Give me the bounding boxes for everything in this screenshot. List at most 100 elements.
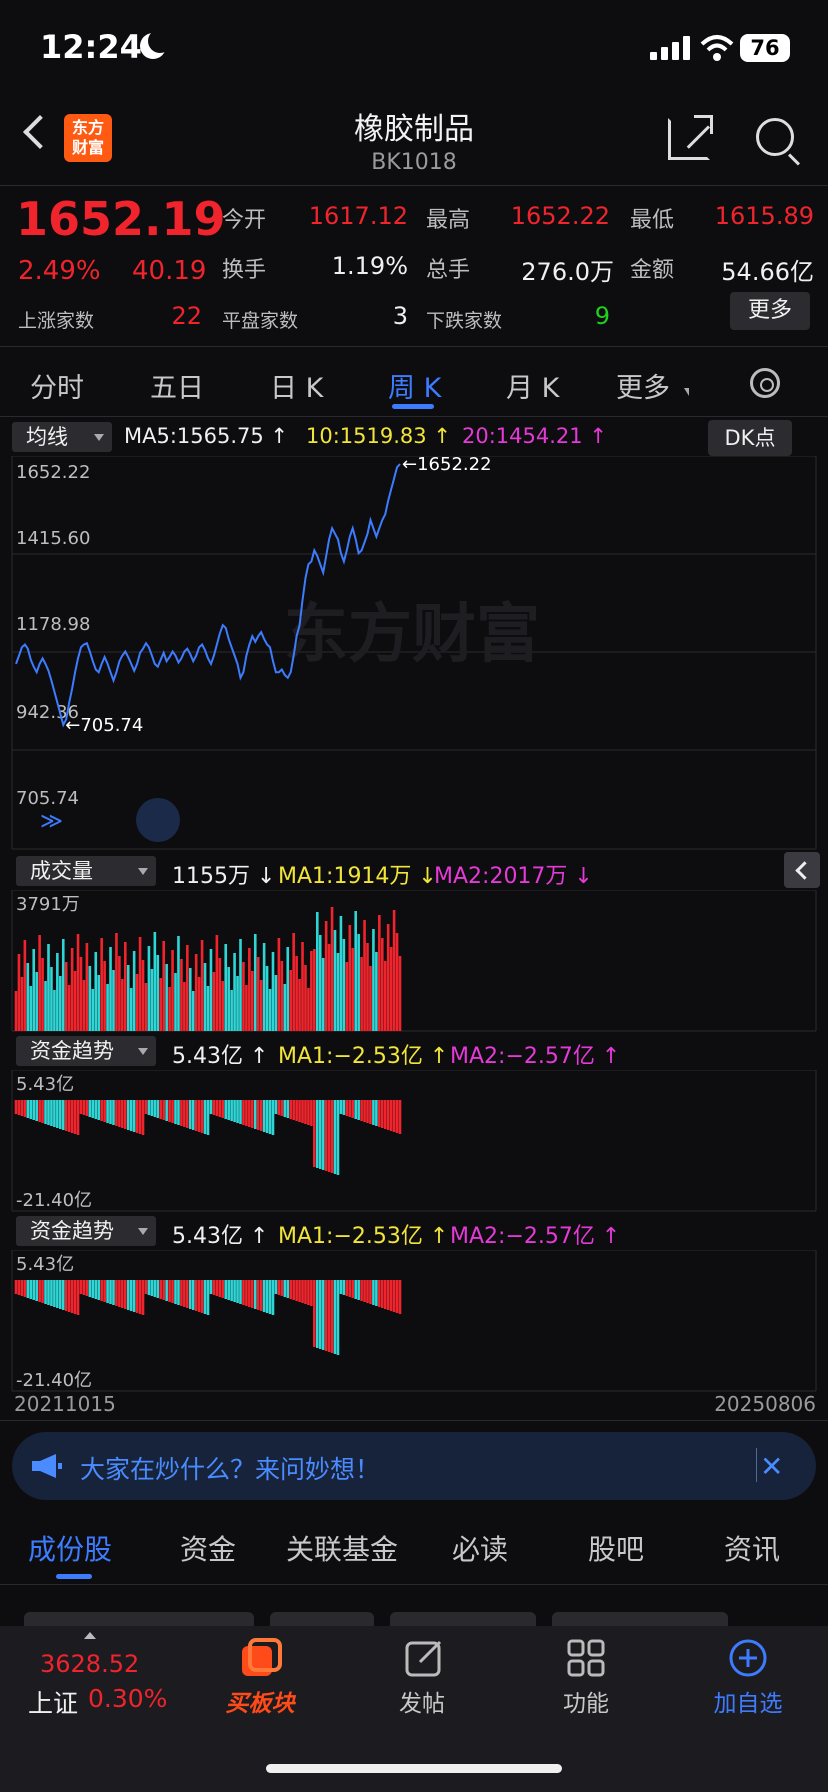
price-line-chart[interactable]: 东方财富 1652.221415.601178.98942.36705.74 ←… [0,456,828,850]
volume-bar [283,984,287,1031]
fund-trend-chart-1[interactable]: 5.43亿 -21.40亿 [0,1070,828,1212]
fund-bar [380,1280,384,1308]
fund-bar [386,1100,390,1130]
dk-point-button[interactable]: DK点 [708,420,792,456]
tab-related-funds[interactable]: 关联基金 [286,1528,398,1568]
volume-bar [47,944,50,1031]
volume-bar [342,939,346,1031]
fund-bar [262,1280,266,1312]
fund-bar [177,1280,180,1305]
fund-bar [242,1100,245,1125]
fund-bar [318,1280,322,1349]
tab-more[interactable]: 更多 [616,366,670,405]
indicator-selector-ma[interactable]: 均线 [12,422,112,452]
low-label: 最低 [630,208,675,233]
fund-bar [17,1100,21,1115]
list-header-placeholder [390,1612,536,1626]
fund-bar [174,1280,177,1304]
volume-bar [59,976,62,1031]
fund-bar [304,1280,307,1304]
volume-bar [29,986,33,1031]
tab-forum[interactable]: 股吧 [588,1528,644,1568]
volume-bar [239,939,242,1031]
fast-forward-icon[interactable]: ≫ [40,809,63,834]
volume-bar [262,943,266,1031]
fund-bar [159,1280,163,1299]
volume-bar [351,948,355,1031]
nav-functions[interactable]: 功能 [526,1684,646,1718]
indicator-selector-fund-2[interactable]: 资金趋势 [16,1216,156,1246]
volume-bar [230,990,233,1031]
share-icon[interactable] [668,115,713,160]
tab-daily-k[interactable]: 日 K [270,366,323,405]
settings-gear-icon[interactable] [750,368,780,398]
more-button[interactable]: 更多 [730,292,810,330]
volume-bar [221,981,225,1031]
fund-bar [132,1280,136,1312]
divider [0,416,828,417]
tab-five-day[interactable]: 五日 [150,366,204,405]
divider [0,346,828,347]
compose-icon[interactable] [404,1638,444,1678]
fund-bar [218,1100,222,1117]
fund-bar [345,1100,349,1116]
index-name[interactable]: 上证 [28,1684,78,1720]
fund-bar [369,1100,372,1124]
fund-bar [171,1100,174,1123]
index-change[interactable]: 0.30% [88,1684,167,1713]
fund-bar [298,1100,301,1122]
volume-bar [369,966,372,1031]
fund-bar [221,1100,225,1118]
buy-board-icon[interactable] [238,1636,282,1680]
fund-bar [200,1280,204,1313]
expand-up-icon[interactable] [84,1632,96,1639]
tab-funds[interactable]: 资金 [180,1528,236,1568]
volume-bar [186,945,189,1031]
nav-buy-board[interactable]: 买板块 [200,1684,320,1718]
fund-bar [310,1100,313,1126]
volume-bar [61,939,65,1031]
indicator-selector-volume[interactable]: 成交量 [16,856,156,886]
tab-constituents[interactable]: 成份股 [28,1528,112,1568]
fund-bar [53,1280,56,1307]
search-icon[interactable] [756,118,794,156]
nav-post[interactable]: 发帖 [362,1684,482,1718]
volume-bar [35,972,38,1031]
add-watchlist-icon[interactable] [728,1638,768,1678]
volume-bar [236,976,239,1031]
volume-bar [227,967,230,1031]
open-label: 今开 [222,208,267,233]
fund-bar [307,1100,310,1125]
volume-bar [64,962,68,1031]
tab-must-read[interactable]: 必读 [452,1528,508,1568]
fund-bar [126,1280,130,1310]
fund-bar [363,1100,366,1122]
tab-intraday[interactable]: 分时 [30,366,84,405]
fund-bar [315,1280,319,1348]
fund-bar [286,1100,290,1118]
collapse-panel-button[interactable] [784,852,820,888]
volume-bar [41,958,44,1031]
volume-bar [118,956,121,1031]
close-icon[interactable]: ✕ [760,1450,783,1483]
tab-monthly-k[interactable]: 月 K [506,366,559,405]
grid-apps-icon[interactable] [566,1638,606,1678]
fund-bar [91,1100,95,1118]
banner-text[interactable]: 大家在炒什么？来问妙想！ [80,1450,380,1486]
index-value[interactable]: 3628.52 [40,1650,139,1678]
volume-bar [383,961,387,1031]
fund-bar [64,1280,68,1311]
volume-bar [304,965,307,1031]
tab-news[interactable]: 资讯 [724,1528,780,1568]
volume-bar-chart[interactable]: 3791万 [0,890,828,1032]
indicator-selector-fund-1[interactable]: 资金趋势 [16,1036,156,1066]
fund-trend-chart-2[interactable]: 5.43亿 -21.40亿 [0,1250,828,1392]
flat-count-label: 平盘家数 [222,310,299,332]
volume-bar [295,956,298,1031]
expand-icon[interactable] [136,798,180,842]
fund2-ma2-readout: MA2:−2.57亿 ↑ [450,1224,621,1249]
fund-bar [50,1100,53,1126]
tab-weekly-k[interactable]: 周 K [388,366,441,405]
nav-add-watchlist[interactable]: 加自选 [688,1684,808,1718]
volume-bar [156,955,160,1031]
